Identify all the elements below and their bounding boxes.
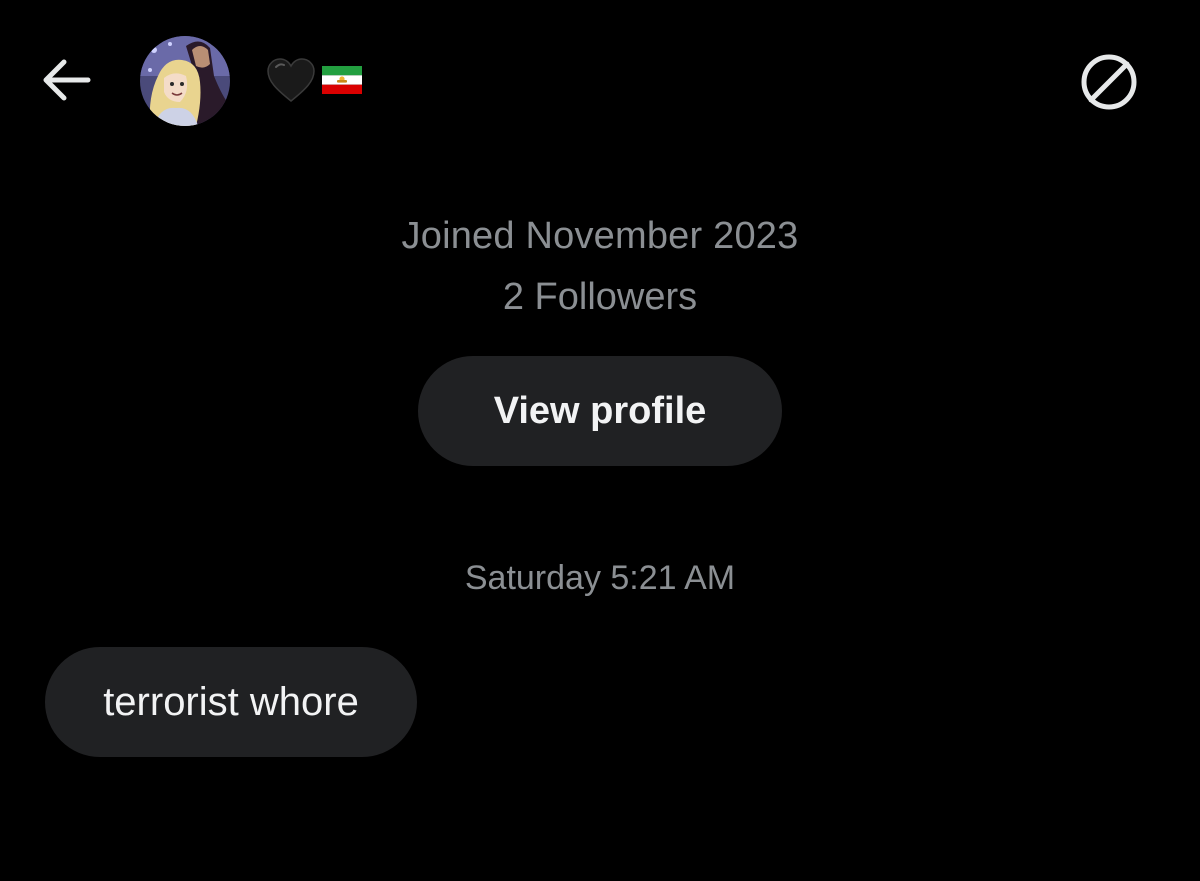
- avatar-image: [140, 36, 230, 126]
- back-button[interactable]: [36, 52, 96, 108]
- received-message-bubble[interactable]: terrorist whore: [45, 647, 417, 757]
- profile-info: Joined November 2023 2 Followers: [0, 210, 1200, 323]
- followers-count[interactable]: 2 Followers: [0, 271, 1200, 323]
- block-button[interactable]: [1078, 51, 1140, 113]
- black-heart-icon: [267, 58, 315, 102]
- avatar[interactable]: [140, 36, 230, 126]
- message-text: terrorist whore: [103, 679, 359, 724]
- iran-lion-and-sun-flag-icon: [322, 66, 362, 94]
- display-name[interactable]: [266, 52, 362, 108]
- block-circle-slash-icon: [1081, 54, 1137, 110]
- arrow-left-icon: [43, 59, 91, 101]
- message-timestamp: Saturday 5:21 AM: [464, 559, 736, 597]
- joined-date: Joined November 2023: [401, 215, 799, 257]
- view-profile-button[interactable]: View profile: [418, 356, 782, 466]
